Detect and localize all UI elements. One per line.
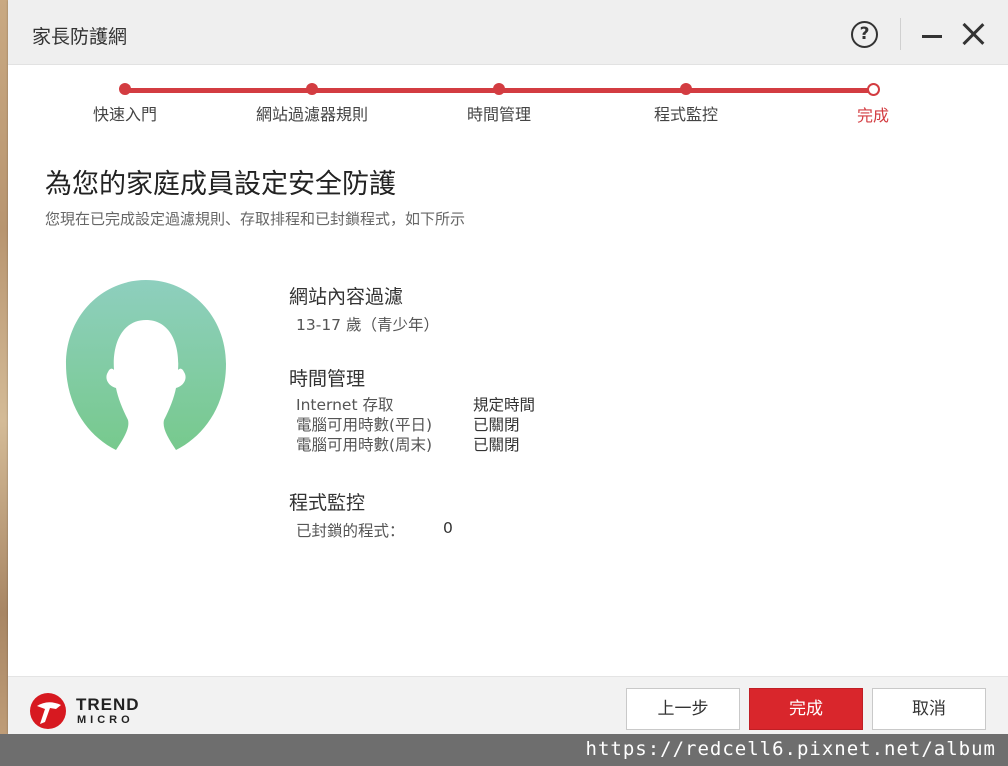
close-icon[interactable] bbox=[961, 22, 985, 46]
step-quick-start: 快速入門 bbox=[45, 80, 205, 125]
step-label: 時間管理 bbox=[466, 105, 531, 124]
step-dot bbox=[680, 83, 692, 95]
step-dot bbox=[306, 83, 318, 95]
step-program-control: 程式監控 bbox=[606, 80, 766, 125]
time-row-value: 已關閉 bbox=[473, 436, 520, 454]
progress-steps: 快速入門 網站過濾器規則 時間管理 程式監控 完成 bbox=[8, 80, 1008, 140]
logo-text-trend: TREND bbox=[76, 695, 140, 714]
blocked-programs-count: 0 bbox=[443, 519, 453, 537]
time-row-label: Internet 存取 bbox=[296, 396, 394, 414]
web-filter-title: 網站內容過濾 bbox=[289, 286, 404, 308]
web-filter-value: 13-17 歲（青少年） bbox=[296, 316, 439, 334]
time-row-label: 電腦可用時數(平日) bbox=[296, 416, 433, 434]
step-dot bbox=[119, 83, 131, 95]
back-button[interactable]: 上一步 bbox=[626, 688, 740, 730]
step-dot bbox=[493, 83, 505, 95]
program-control-title: 程式監控 bbox=[289, 492, 366, 514]
user-avatar-icon bbox=[66, 280, 226, 450]
cancel-button[interactable]: 取消 bbox=[872, 688, 986, 730]
blocked-programs-label: 已封鎖的程式： bbox=[296, 522, 405, 540]
minimize-icon[interactable] bbox=[922, 35, 942, 38]
watermark-text: https://redcell6.pixnet.net/album bbox=[585, 738, 996, 760]
background-strip bbox=[0, 0, 8, 766]
time-row-value: 已關閉 bbox=[473, 416, 520, 434]
step-finish: 完成 bbox=[793, 80, 953, 126]
finish-button[interactable]: 完成 bbox=[749, 688, 863, 730]
time-row-label: 電腦可用時數(周末) bbox=[296, 436, 433, 454]
time-management-title: 時間管理 bbox=[289, 368, 366, 390]
parental-controls-window: 家長防護網 ? 快速入門 網站過濾器規則 時間管理 程式監控 完成 為您的家庭成… bbox=[8, 0, 1008, 735]
time-row-value: 規定時間 bbox=[473, 396, 536, 414]
step-label: 快速入門 bbox=[92, 105, 157, 124]
trend-micro-logo: TREND MICRO bbox=[30, 690, 170, 730]
step-label: 程式監控 bbox=[653, 105, 718, 124]
page-subtitle: 您現在已完成設定過濾規則、存取排程和已封鎖程式，如下所示 bbox=[45, 210, 466, 228]
window-title: 家長防護網 bbox=[32, 26, 128, 48]
logo-text-micro: MICRO bbox=[77, 714, 134, 726]
titlebar-divider bbox=[900, 18, 901, 50]
page-title: 為您的家庭成員設定安全防護 bbox=[45, 169, 396, 200]
step-web-filter: 網站過濾器規則 bbox=[232, 80, 392, 125]
step-time-management: 時間管理 bbox=[419, 80, 579, 125]
step-dot-current bbox=[866, 83, 880, 96]
step-label: 完成 bbox=[856, 106, 889, 125]
footer-bar: TREND MICRO 上一步 完成 取消 bbox=[8, 676, 1008, 735]
question-circle-icon[interactable]: ? bbox=[851, 21, 878, 48]
step-label: 網站過濾器規則 bbox=[255, 105, 368, 124]
title-bar: 家長防護網 ? bbox=[8, 0, 1008, 65]
trend-micro-logo-icon bbox=[30, 693, 66, 729]
